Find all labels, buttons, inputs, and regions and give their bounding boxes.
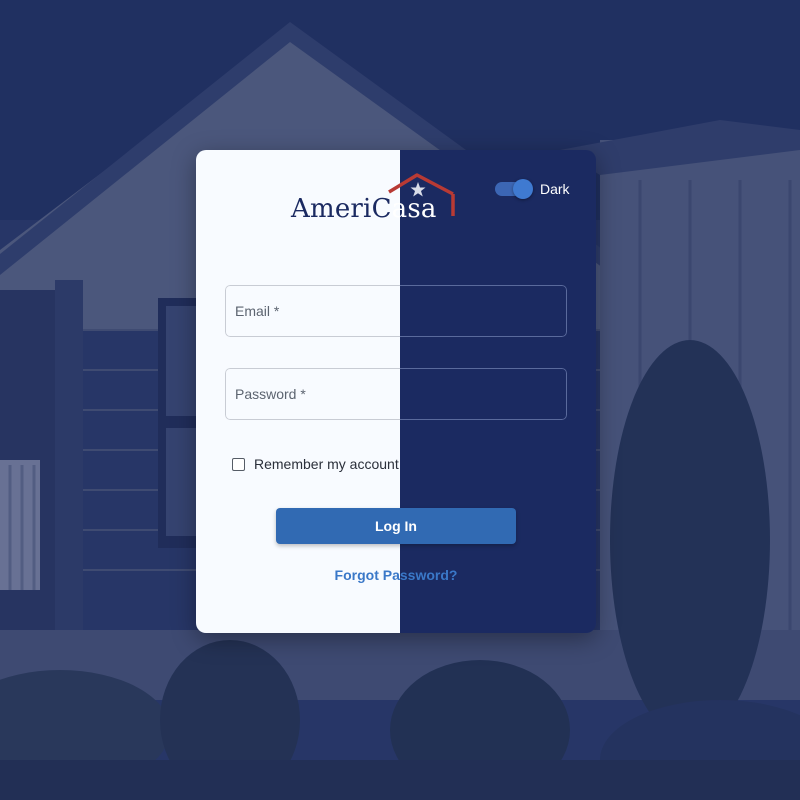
logo-wordmark-part2b: asa — [391, 194, 437, 224]
toggle-track[interactable] — [495, 179, 533, 199]
forgot-password-link[interactable]: Forgot Password? — [196, 567, 596, 583]
remember-checkbox[interactable] — [232, 457, 245, 471]
login-button[interactable]: Log In — [276, 508, 516, 544]
email-input[interactable] — [225, 285, 567, 337]
logo-wordmark: AmeriCasa — [291, 194, 437, 224]
remember-account-checkbox-row[interactable]: Remember my account — [232, 456, 399, 472]
password-field-container — [225, 368, 567, 420]
toggle-knob[interactable] — [513, 179, 533, 199]
login-card: AmeriCasa Dark Remember my account Log I… — [196, 150, 596, 633]
logo-wordmark-part1: Ameri — [291, 194, 372, 224]
dark-mode-toggle[interactable]: Dark — [495, 178, 570, 200]
americasa-logo: AmeriCasa — [291, 172, 471, 224]
remember-label: Remember my account — [254, 456, 399, 472]
email-field-container — [225, 285, 567, 337]
password-input[interactable] — [225, 368, 567, 420]
logo-wordmark-part2a: C — [371, 194, 392, 224]
toggle-label: Dark — [540, 181, 570, 197]
